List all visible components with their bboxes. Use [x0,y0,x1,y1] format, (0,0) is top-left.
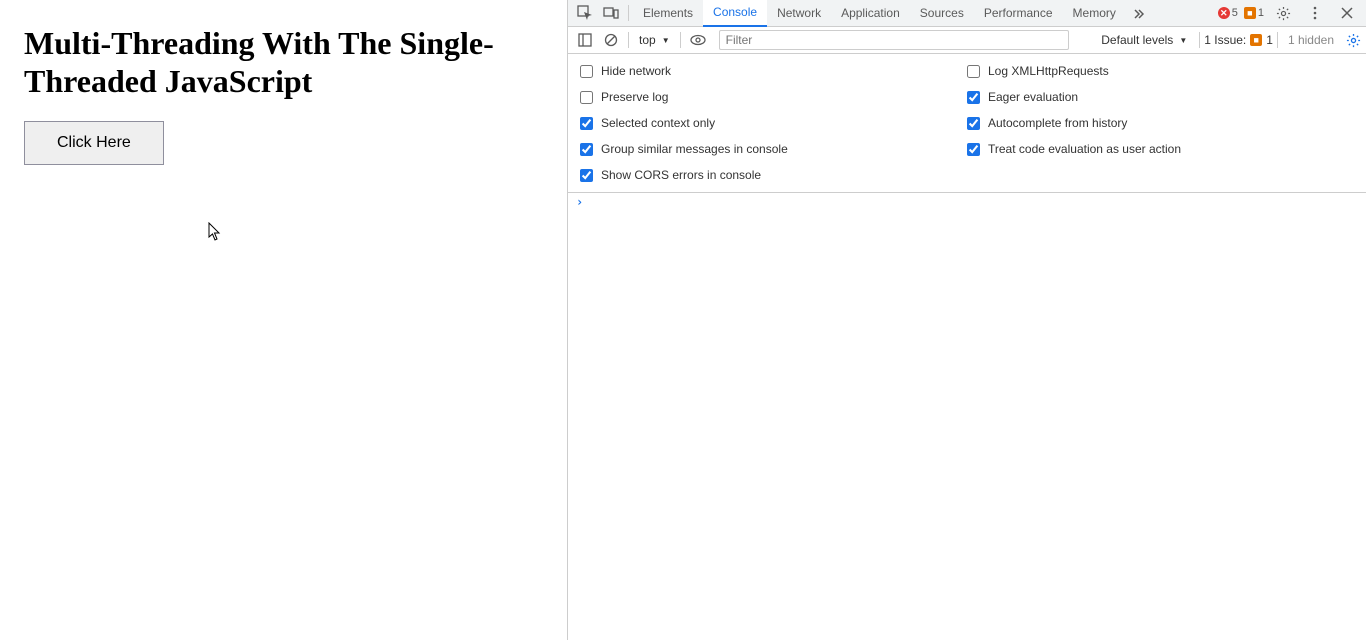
toggle-sidebar-icon[interactable] [572,27,598,53]
console-prompt-icon: › [576,195,583,209]
setting-label: Treat code evaluation as user action [988,142,1181,156]
setting-label: Autocomplete from history [988,116,1127,130]
checkbox[interactable] [967,65,980,78]
webpage-viewport: Multi-Threading With The Single-Threaded… [0,0,567,640]
checkbox[interactable] [580,91,593,104]
setting-group-similar-messages-in-console[interactable]: Group similar messages in console [580,140,967,158]
chevron-down-icon: ▼ [662,36,670,45]
tab-network[interactable]: Network [767,0,831,26]
close-devtools-icon[interactable] [1334,0,1360,26]
errors-badge[interactable]: ✕ 5 [1218,7,1238,19]
tab-application[interactable]: Application [831,0,910,26]
setting-label: Eager evaluation [988,90,1078,104]
separator [680,32,681,48]
checkbox[interactable] [967,143,980,156]
tab-sources[interactable]: Sources [910,0,974,26]
page-title: Multi-Threading With The Single-Threaded… [24,24,543,101]
checkbox[interactable] [580,169,593,182]
more-tabs-icon[interactable] [1126,0,1152,26]
separator [628,5,629,21]
issue-count: 1 [1266,33,1273,47]
clear-console-icon[interactable] [598,27,624,53]
setting-show-cors-errors-in-console[interactable]: Show CORS errors in console [580,166,967,184]
issue-icon: ■ [1250,34,1262,46]
levels-label: Default levels [1101,33,1173,47]
setting-label: Hide network [601,64,671,78]
tabstrip-right-cluster: ✕ 5 ■ 1 [1218,0,1366,26]
checkbox[interactable] [580,143,593,156]
setting-label: Selected context only [601,116,715,130]
log-levels-selector[interactable]: Default levels ▼ [1101,33,1195,47]
warnings-badge[interactable]: ■ 1 [1244,7,1264,19]
setting-selected-context-only[interactable]: Selected context only [580,114,967,132]
execution-context-label: top [639,33,656,47]
separator [1199,32,1200,48]
separator [1277,32,1278,48]
console-settings-icon[interactable] [1340,27,1366,53]
warnings-count: 1 [1258,7,1264,19]
checkbox[interactable] [580,65,593,78]
checkbox[interactable] [967,91,980,104]
console-toolbar: top ▼ Default levels ▼ 1 Issue: ■ 1 1 hi… [568,27,1366,54]
setting-label: Preserve log [601,90,668,104]
settings-column-right: Log XMLHttpRequests Eager evaluation Autoc… [967,62,1354,184]
setting-autocomplete-from-history[interactable]: Autocomplete from history [967,114,1354,132]
warning-icon: ■ [1244,7,1256,19]
issues-indicator[interactable]: 1 Issue: ■ 1 [1204,33,1273,47]
chevron-down-icon: ▼ [1179,36,1187,45]
live-expression-icon[interactable] [685,27,711,53]
setting-eager-evaluation[interactable]: Eager evaluation [967,88,1354,106]
setting-log-xmlhttprequests[interactable]: Log XMLHttpRequests [967,62,1354,80]
setting-treat-code-evaluation-as-user-action[interactable]: Treat code evaluation as user action [967,140,1354,158]
checkbox[interactable] [967,117,980,130]
setting-preserve-log[interactable]: Preserve log [580,88,967,106]
errors-count: 5 [1232,7,1238,19]
tab-memory[interactable]: Memory [1063,0,1126,26]
setting-label: Show CORS errors in console [601,168,761,182]
setting-label: Group similar messages in console [601,142,788,156]
devtools-tabstrip: ElementsConsoleNetworkApplicationSources… [568,0,1366,27]
execution-context-selector[interactable]: top ▼ [633,33,676,47]
setting-label: Log XMLHttpRequests [988,64,1109,78]
filter-input[interactable] [719,30,1069,50]
checkbox[interactable] [580,117,593,130]
issue-label: 1 Issue: [1204,33,1246,47]
settings-column-left: Hide network Preserve log Selected context… [580,62,967,184]
kebab-menu-icon[interactable] [1302,0,1328,26]
console-settings-panel: Hide network Preserve log Selected context… [568,54,1366,193]
inspect-element-icon[interactable] [572,0,598,26]
separator [628,32,629,48]
hidden-count: 1 hidden [1288,33,1334,47]
tab-console[interactable]: Console [703,0,767,27]
setting-hide-network[interactable]: Hide network [580,62,967,80]
settings-gear-icon[interactable] [1270,0,1296,26]
error-icon: ✕ [1218,7,1230,19]
console-output[interactable]: › [568,193,1366,640]
device-toolbar-icon[interactable] [598,0,624,26]
tab-performance[interactable]: Performance [974,0,1063,26]
tab-elements[interactable]: Elements [633,0,703,26]
click-here-button[interactable]: Click Here [24,121,164,165]
devtools-panel: ElementsConsoleNetworkApplicationSources… [567,0,1366,640]
